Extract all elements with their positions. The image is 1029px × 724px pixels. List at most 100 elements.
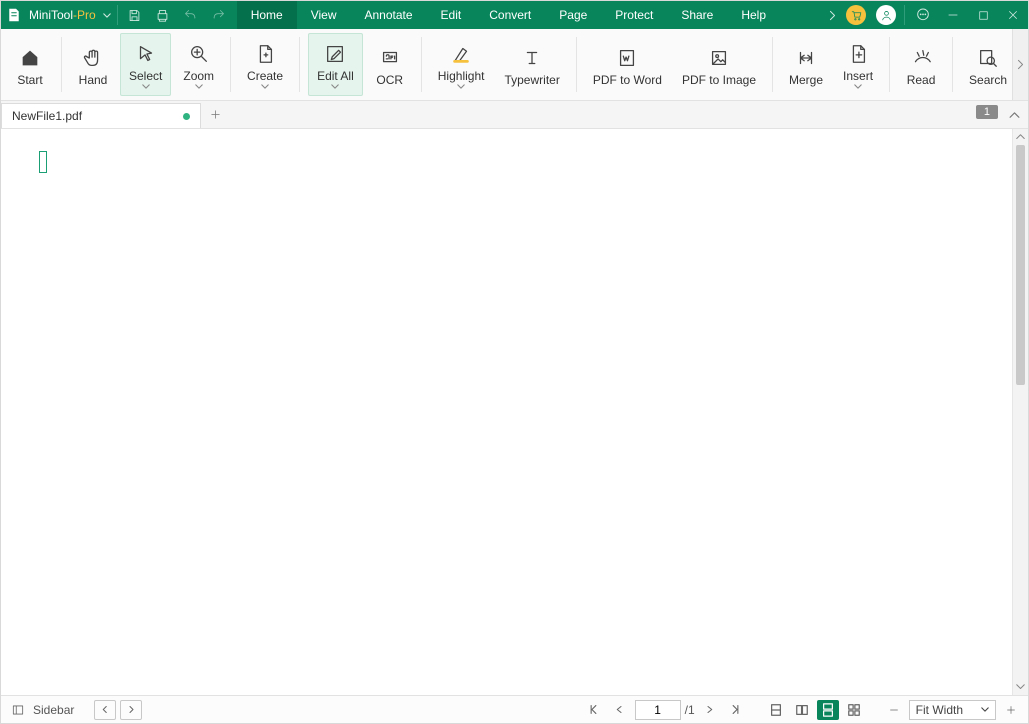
document-tab[interactable]: NewFile1.pdf bbox=[1, 103, 201, 128]
merge-icon bbox=[795, 45, 817, 71]
account-button[interactable] bbox=[871, 1, 901, 29]
tab-title: NewFile1.pdf bbox=[12, 109, 82, 123]
document-page[interactable] bbox=[1, 129, 1012, 695]
undo-icon[interactable] bbox=[177, 1, 205, 29]
page-total: /1 bbox=[685, 703, 695, 717]
ribbon-separator bbox=[61, 37, 62, 92]
vertical-scrollbar[interactable] bbox=[1012, 129, 1028, 695]
tool-label: Select bbox=[129, 69, 162, 83]
menu-share[interactable]: Share bbox=[667, 1, 727, 29]
minimize-button[interactable] bbox=[938, 1, 968, 29]
zoom-controls: Fit Width bbox=[883, 700, 1022, 720]
menu-convert[interactable]: Convert bbox=[475, 1, 545, 29]
ribbon-separator bbox=[230, 37, 231, 92]
tab-strip: NewFile1.pdf 1 bbox=[1, 101, 1028, 129]
ribbon-separator bbox=[772, 37, 773, 92]
tool-pdf-to-image[interactable]: PDF to Image bbox=[674, 33, 764, 96]
title-separator bbox=[904, 5, 905, 25]
menu-home[interactable]: Home bbox=[237, 1, 297, 29]
scroll-track[interactable] bbox=[1013, 385, 1028, 679]
tool-insert[interactable]: Insert bbox=[835, 33, 881, 96]
tool-highlight[interactable]: Highlight bbox=[430, 33, 493, 96]
page-badge-value: 1 bbox=[984, 106, 990, 118]
menu-page[interactable]: Page bbox=[545, 1, 601, 29]
menu-label: Help bbox=[741, 8, 766, 22]
last-page-button[interactable] bbox=[725, 700, 747, 720]
new-tab-button[interactable] bbox=[201, 101, 229, 128]
status-bar: Sidebar /1 Fit Width bbox=[1, 695, 1028, 723]
scroll-down-icon[interactable] bbox=[1013, 679, 1028, 695]
ribbon-scroll-right[interactable] bbox=[1012, 29, 1028, 100]
tool-edit-all[interactable]: Edit All bbox=[308, 33, 363, 96]
zoom-in-button[interactable] bbox=[1000, 700, 1022, 720]
cart-button[interactable] bbox=[841, 1, 871, 29]
qat-dropdown[interactable] bbox=[100, 1, 114, 29]
scroll-thumb[interactable] bbox=[1016, 145, 1025, 385]
app-name-suffix: -Pro bbox=[73, 8, 96, 22]
redo-icon[interactable] bbox=[205, 1, 233, 29]
tool-label: Read bbox=[907, 73, 936, 87]
view-continuous-facing-button[interactable] bbox=[843, 700, 865, 720]
scroll-up-icon[interactable] bbox=[1013, 129, 1028, 145]
print-icon[interactable] bbox=[149, 1, 177, 29]
word-icon bbox=[616, 45, 638, 71]
save-icon[interactable] bbox=[121, 1, 149, 29]
tool-pdf-to-word[interactable]: PDF to Word bbox=[585, 33, 670, 96]
prev-page-button[interactable] bbox=[609, 700, 631, 720]
tool-label: Create bbox=[247, 69, 283, 83]
ocr-icon bbox=[379, 45, 401, 71]
sidebar-toggle[interactable]: Sidebar bbox=[7, 700, 74, 720]
tool-ocr[interactable]: OCR bbox=[367, 33, 413, 96]
tool-create[interactable]: Create bbox=[239, 33, 291, 96]
menu-protect[interactable]: Protect bbox=[601, 1, 667, 29]
hand-icon bbox=[82, 45, 104, 71]
first-page-button[interactable] bbox=[583, 700, 605, 720]
panel-left-button[interactable] bbox=[94, 700, 116, 720]
ribbon-separator bbox=[889, 37, 890, 92]
unsaved-indicator-icon bbox=[183, 113, 190, 120]
zoom-out-button[interactable] bbox=[883, 700, 905, 720]
collapse-ribbon-button[interactable] bbox=[1004, 105, 1024, 125]
close-button[interactable] bbox=[998, 1, 1028, 29]
menu-edit[interactable]: Edit bbox=[427, 1, 476, 29]
ribbon-separator bbox=[299, 37, 300, 92]
tool-merge[interactable]: Merge bbox=[781, 33, 831, 96]
panel-right-button[interactable] bbox=[120, 700, 142, 720]
menu-label: View bbox=[311, 8, 337, 22]
create-icon bbox=[254, 41, 276, 67]
menu-label: Share bbox=[681, 8, 713, 22]
menu-overflow-icon[interactable] bbox=[823, 1, 841, 29]
menu-label: Page bbox=[559, 8, 587, 22]
feedback-icon[interactable] bbox=[908, 1, 938, 29]
highlight-icon bbox=[450, 41, 472, 67]
page-number-input[interactable] bbox=[635, 700, 681, 720]
tool-label: PDF to Image bbox=[682, 73, 756, 87]
view-single-button[interactable] bbox=[765, 700, 787, 720]
side-nav bbox=[94, 700, 142, 720]
cursor-icon bbox=[135, 41, 157, 67]
tool-label: PDF to Word bbox=[593, 73, 662, 87]
view-continuous-button[interactable] bbox=[817, 700, 839, 720]
next-page-button[interactable] bbox=[699, 700, 721, 720]
tool-search[interactable]: Search bbox=[961, 33, 1015, 96]
view-facing-button[interactable] bbox=[791, 700, 813, 720]
tool-typewriter[interactable]: Typewriter bbox=[496, 33, 567, 96]
title-right-icons bbox=[823, 1, 1028, 29]
tool-zoom[interactable]: Zoom bbox=[175, 33, 222, 96]
maximize-button[interactable] bbox=[968, 1, 998, 29]
tool-start[interactable]: Start bbox=[7, 33, 53, 96]
menu-annotate[interactable]: Annotate bbox=[351, 1, 427, 29]
read-icon bbox=[910, 45, 932, 71]
tool-hand[interactable]: Hand bbox=[70, 33, 116, 96]
image-icon bbox=[708, 45, 730, 71]
tool-read[interactable]: Read bbox=[898, 33, 944, 96]
menu-view[interactable]: View bbox=[297, 1, 351, 29]
titlebar: MiniTool-Pro Home View Annotate Edit Con… bbox=[1, 1, 1028, 29]
dropdown-icon bbox=[457, 83, 465, 91]
tool-select[interactable]: Select bbox=[120, 33, 171, 96]
menu-help[interactable]: Help bbox=[727, 1, 780, 29]
ribbon-separator bbox=[576, 37, 577, 92]
zoom-select[interactable]: Fit Width bbox=[909, 700, 996, 720]
menu-label: Edit bbox=[441, 8, 462, 22]
dropdown-icon bbox=[195, 83, 203, 91]
